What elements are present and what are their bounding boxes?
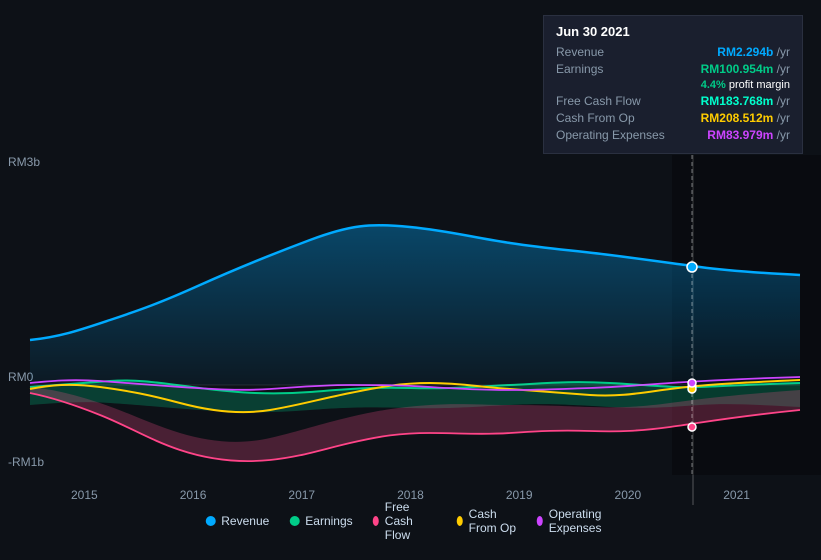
fcf-label: Free Cash Flow	[556, 94, 641, 108]
chart-area	[0, 155, 821, 505]
legend-label-cashop: Cash From Op	[469, 507, 517, 535]
margin-row: 4.4% profit margin	[556, 79, 790, 91]
legend-opex[interactable]: Operating Expenses	[537, 507, 616, 535]
margin-text: 4.4% profit margin	[701, 79, 790, 91]
tooltip-row-cashop: Cash From Op RM208.512m /yr	[556, 111, 790, 125]
legend-cashop[interactable]: Cash From Op	[457, 507, 517, 535]
x-label-2021: 2021	[723, 488, 750, 502]
legend-dot-opex	[537, 516, 543, 526]
chart-legend: Revenue Earnings Free Cash Flow Cash Fro…	[205, 500, 616, 542]
fcf-value: RM183.768m /yr	[701, 94, 790, 108]
earnings-label: Earnings	[556, 62, 603, 76]
legend-revenue[interactable]: Revenue	[205, 514, 269, 528]
revenue-dot	[687, 262, 697, 272]
tooltip-row-earnings: Earnings RM100.954m /yr	[556, 62, 790, 76]
opex-label: Operating Expenses	[556, 128, 665, 142]
legend-dot-cashop	[457, 516, 463, 526]
tooltip-row-fcf: Free Cash Flow RM183.768m /yr	[556, 94, 790, 108]
legend-dot-revenue	[205, 516, 215, 526]
revenue-value: RM2.294b /yr	[717, 45, 790, 59]
legend-dot-fcf	[373, 516, 379, 526]
tooltip-row-revenue: Revenue RM2.294b /yr	[556, 45, 790, 59]
earnings-value: RM100.954m /yr	[701, 62, 790, 76]
opex-dot	[688, 379, 696, 387]
legend-label-earnings: Earnings	[305, 514, 352, 528]
legend-label-revenue: Revenue	[221, 514, 269, 528]
legend-label-opex: Operating Expenses	[549, 507, 616, 535]
cashop-label: Cash From Op	[556, 111, 635, 125]
revenue-label: Revenue	[556, 45, 604, 59]
x-label-2015: 2015	[71, 488, 98, 502]
chart-svg	[0, 155, 821, 475]
chart-container: Jun 30 2021 Revenue RM2.294b /yr Earning…	[0, 0, 821, 560]
legend-fcf[interactable]: Free Cash Flow	[373, 500, 437, 542]
legend-label-fcf: Free Cash Flow	[385, 500, 437, 542]
tooltip-date: Jun 30 2021	[556, 24, 790, 39]
fcf-dot	[688, 423, 696, 431]
opex-value: RM83.979m /yr	[707, 128, 790, 142]
tooltip-row-opex: Operating Expenses RM83.979m /yr	[556, 128, 790, 142]
legend-dot-earnings	[289, 516, 299, 526]
margin-pct: 4.4%	[701, 79, 726, 91]
cashop-value: RM208.512m /yr	[701, 111, 790, 125]
x-label-2016: 2016	[180, 488, 207, 502]
legend-earnings[interactable]: Earnings	[289, 514, 352, 528]
tooltip-box: Jun 30 2021 Revenue RM2.294b /yr Earning…	[543, 15, 803, 154]
x-label-2020: 2020	[615, 488, 642, 502]
